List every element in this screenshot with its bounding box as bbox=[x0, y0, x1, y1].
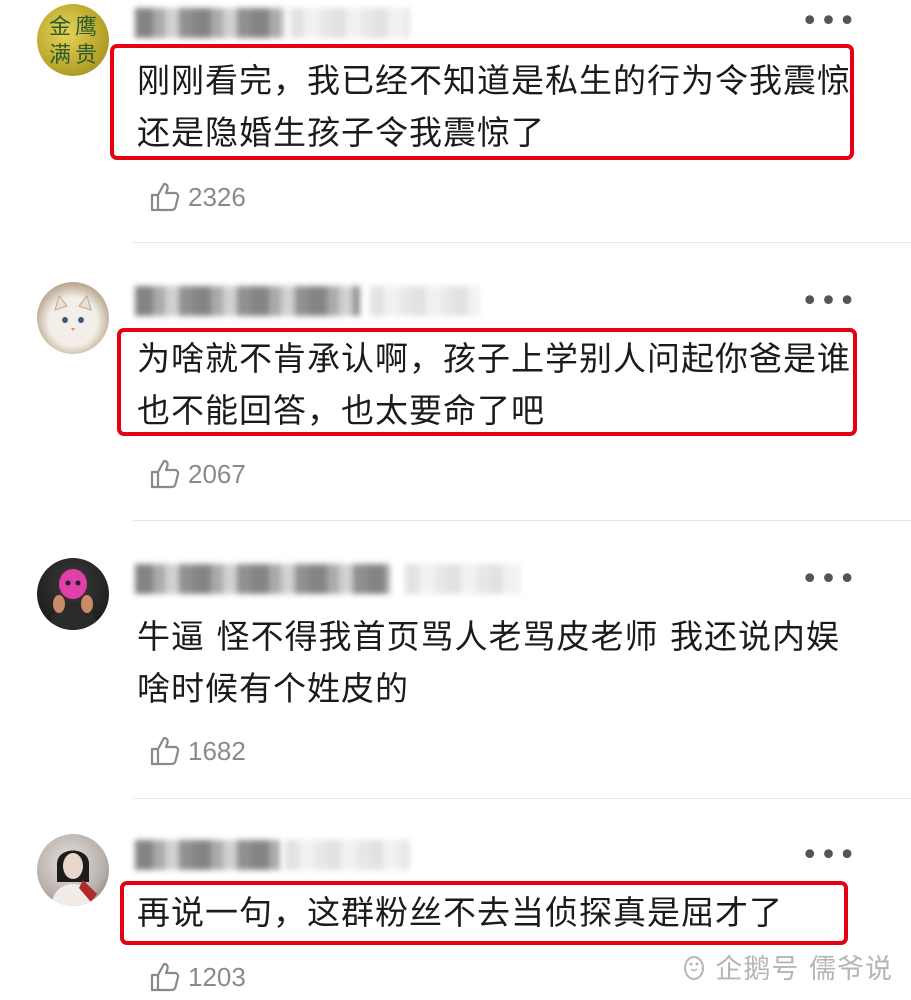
thumbs-up-icon bbox=[150, 736, 180, 766]
svg-text:满: 满 bbox=[49, 43, 71, 68]
avatar[interactable] bbox=[37, 834, 109, 906]
comment-text: 牛逼 怪不得我首页骂人老骂皮老师 我还说内娱啥时候有个姓皮的 bbox=[137, 617, 840, 708]
more-options-icon[interactable]: ••• bbox=[801, 841, 857, 871]
divider bbox=[133, 242, 911, 243]
comment-text: 再说一句，这群粉丝不去当侦探真是屈才了 bbox=[137, 893, 783, 932]
username-blurred[interactable] bbox=[135, 286, 360, 316]
avatar[interactable] bbox=[37, 282, 109, 354]
username-blurred-extra bbox=[370, 286, 480, 316]
like-button[interactable]: 2067 bbox=[148, 454, 246, 494]
watermark-text: 企鹅号 儒爷说 bbox=[715, 954, 893, 985]
avatar[interactable]: 金 鹰 满 贵 bbox=[37, 4, 109, 76]
username-blurred-extra bbox=[290, 8, 410, 38]
like-count: 1203 bbox=[188, 961, 246, 992]
more-options-icon[interactable]: ••• bbox=[801, 7, 857, 37]
like-count: 2326 bbox=[188, 181, 246, 212]
more-options-icon[interactable]: ••• bbox=[801, 565, 857, 595]
username-blurred-extra bbox=[405, 564, 520, 594]
username-blurred[interactable] bbox=[135, 8, 285, 38]
comment-text: 刚刚看完，我已经不知道是私生的行为令我震惊还是隐婚生孩子令我震惊了 bbox=[137, 61, 851, 152]
avatar[interactable] bbox=[37, 558, 109, 630]
like-button[interactable]: 1203 bbox=[148, 957, 246, 997]
like-count: 1682 bbox=[188, 735, 246, 766]
comment-text: 为啥就不肯承认啊，孩子上学别人问起你爸是谁也不能回答，也太要命了吧 bbox=[137, 339, 851, 430]
svg-text:贵: 贵 bbox=[75, 43, 97, 68]
username-blurred[interactable] bbox=[135, 840, 280, 870]
like-button[interactable]: 2326 bbox=[148, 177, 246, 217]
thumbs-up-icon bbox=[150, 459, 180, 489]
username-blurred-extra bbox=[285, 840, 410, 870]
watermark: 企鹅号 儒爷说 bbox=[679, 947, 893, 986]
like-count: 2067 bbox=[188, 458, 246, 489]
penguin-logo-icon bbox=[684, 955, 705, 980]
thumbs-up-icon bbox=[150, 962, 180, 992]
svg-text:鹰: 鹰 bbox=[75, 15, 97, 40]
svg-text:金: 金 bbox=[49, 15, 71, 40]
thumbs-up-icon bbox=[150, 182, 180, 212]
username-blurred[interactable] bbox=[135, 564, 390, 594]
divider bbox=[133, 798, 911, 799]
divider bbox=[133, 520, 911, 521]
more-options-icon[interactable]: ••• bbox=[801, 287, 857, 317]
like-button[interactable]: 1682 bbox=[148, 731, 246, 771]
